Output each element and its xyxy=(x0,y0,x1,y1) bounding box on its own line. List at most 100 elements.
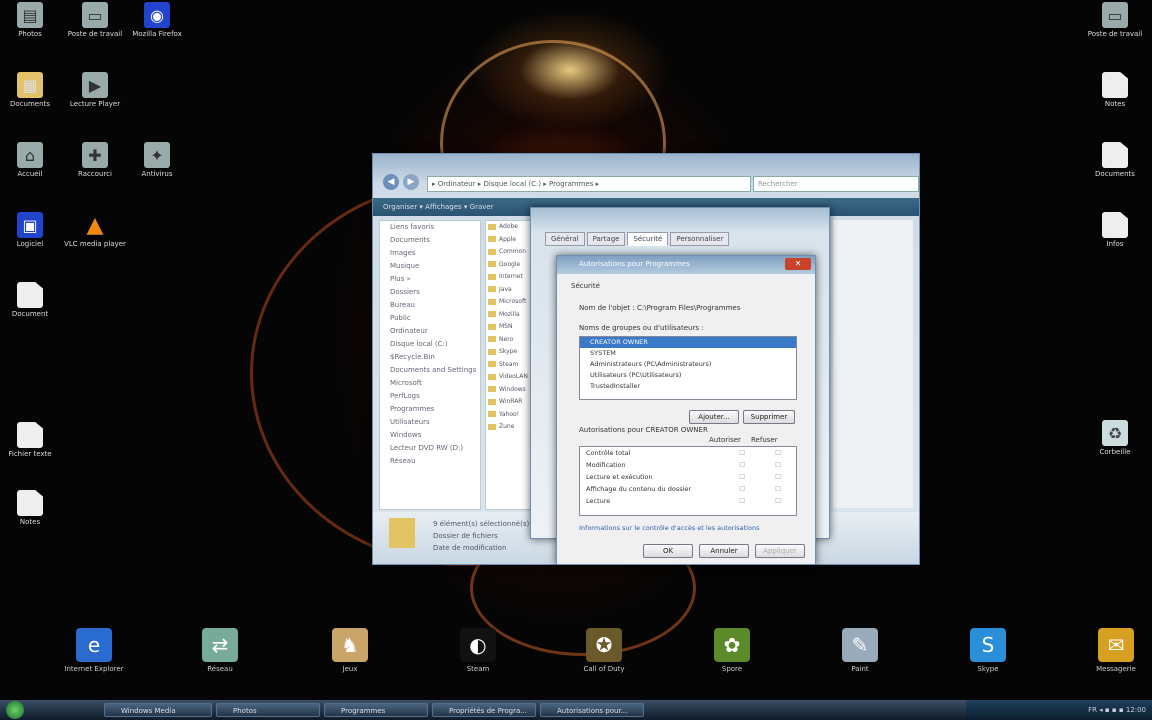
taskbar-button[interactable]: Photos xyxy=(216,703,320,717)
security-tab[interactable]: Sécurité xyxy=(571,282,600,290)
desktop-icon[interactable]: ◉ Mozilla Firefox xyxy=(122,2,192,39)
desktop-icon[interactable]: Document xyxy=(0,282,65,319)
search-input[interactable]: Rechercher xyxy=(753,176,919,192)
permission-row: Modification ☐ ☐ xyxy=(580,459,796,471)
nav-item[interactable]: Plus » xyxy=(380,273,480,286)
nav-item[interactable]: Lecteur DVD RW (D:) xyxy=(380,442,480,455)
dock-item[interactable]: ⇄ Réseau xyxy=(180,628,260,673)
dock-item[interactable]: ✉ Messagerie xyxy=(1076,628,1152,673)
nav-item[interactable]: Windows xyxy=(380,429,480,442)
nav-item[interactable]: Bureau xyxy=(380,299,480,312)
steam-icon: ◐ xyxy=(460,628,496,662)
cancel-button[interactable]: Annuler xyxy=(699,544,749,558)
desktop-icon[interactable]: ▭ Poste de travail xyxy=(60,2,130,39)
taskbar: Windows Media Photos Programmes Propriétés … xyxy=(0,700,1152,720)
permissions-table[interactable]: Contrôle total ☐ ☐ Modification ☐ ☐ Lecture et… xyxy=(579,446,797,516)
apply-button[interactable]: Appliquer xyxy=(755,544,805,558)
nav-item[interactable]: Images xyxy=(380,247,480,260)
desktop-icon[interactable]: ▲ VLC media player xyxy=(60,212,130,249)
desktop-icon-label: Infos xyxy=(1106,240,1124,248)
dock-item[interactable]: ◐ Steam xyxy=(438,628,518,673)
allow-checkbox[interactable]: ☐ xyxy=(724,483,760,495)
dock-item[interactable]: e Internet Explorer xyxy=(54,628,134,673)
dock-item[interactable]: ✿ Spore xyxy=(692,628,772,673)
folder-icon xyxy=(488,223,496,230)
dock-item[interactable]: ✎ Paint xyxy=(820,628,900,673)
nav-item[interactable]: PerfLogs xyxy=(380,390,480,403)
desktop-icon-label: Document xyxy=(11,310,49,318)
desktop-icon[interactable]: Notes xyxy=(1080,72,1150,109)
group-item[interactable]: SYSTEM xyxy=(580,348,796,359)
nav-item[interactable]: Documents xyxy=(380,234,480,247)
desktop-icon[interactable]: ⌂ Accueil xyxy=(0,142,65,179)
allow-checkbox[interactable]: ☐ xyxy=(724,459,760,471)
deny-checkbox[interactable]: ☐ xyxy=(760,471,796,483)
desktop-icon[interactable]: Documents xyxy=(1080,142,1150,179)
forward-button[interactable]: ▶ xyxy=(403,174,419,190)
dock-label: Jeux xyxy=(342,665,358,673)
dock-item[interactable]: ♞ Jeux xyxy=(310,628,390,673)
tab-personnaliser[interactable]: Personnaliser xyxy=(670,232,730,246)
deny-checkbox[interactable]: ☐ xyxy=(760,495,796,507)
remove-button[interactable]: Supprimer xyxy=(743,410,795,424)
desktop-icon[interactable]: ✦ Antivirus xyxy=(122,142,192,179)
nav-item[interactable]: Disque local (C:) xyxy=(380,338,480,351)
object-name-label: Nom de l'objet : xyxy=(579,304,635,312)
deny-checkbox[interactable]: ☐ xyxy=(760,459,796,471)
group-item[interactable]: Utilisateurs (PC\Utilisateurs) xyxy=(580,370,796,381)
desktop-icon[interactable]: Fichier texte xyxy=(0,422,65,459)
nav-item[interactable]: Programmes xyxy=(380,403,480,416)
nav-item[interactable]: Public xyxy=(380,312,480,325)
folder-icon xyxy=(488,236,496,242)
taskbar-button[interactable]: Propriétés de Progra... xyxy=(432,703,536,717)
nav-item[interactable]: Dossiers xyxy=(380,286,480,299)
access-control-help-link[interactable]: Informations sur le contrôle d'accès et … xyxy=(579,524,759,532)
desktop-icon[interactable]: ♻ Corbeille xyxy=(1080,420,1150,457)
taskbar-button[interactable]: Programmes xyxy=(324,703,428,717)
add-button[interactable]: Ajouter... xyxy=(689,410,739,424)
start-orb-icon[interactable] xyxy=(6,701,24,719)
back-button[interactable]: ◀ xyxy=(383,174,399,190)
dock-item[interactable]: ✪ Call of Duty xyxy=(564,628,644,673)
desktop-icon[interactable]: ▦ Documents xyxy=(0,72,65,109)
deny-checkbox[interactable]: ☐ xyxy=(760,447,796,459)
desktop-icon[interactable]: ✚ Raccourci xyxy=(60,142,130,179)
desktop-icon[interactable]: Notes xyxy=(0,490,65,527)
desktop-icon[interactable]: ▭ Poste de travail xyxy=(1080,2,1150,39)
allow-checkbox[interactable]: ☐ xyxy=(724,471,760,483)
system-tray[interactable]: FR ◂ ▪ ▪ ▪ 12:00 xyxy=(966,700,1152,720)
permissions-dialog[interactable]: Autorisations pour Programmes ✕ Sécurité… xyxy=(556,255,816,565)
skype-icon: S xyxy=(970,628,1006,662)
file-name: WinRAR xyxy=(499,398,523,405)
nav-item[interactable]: Liens favoris xyxy=(380,221,480,234)
group-item[interactable]: Administrateurs (PC\Administrateurs) xyxy=(580,359,796,370)
dock-item[interactable]: S Skype xyxy=(948,628,1028,673)
allow-checkbox[interactable]: ☐ xyxy=(724,495,760,507)
navigation-pane[interactable]: Liens favoris Documents Images Musique Plus … xyxy=(379,220,481,510)
taskbar-button[interactable]: Windows Media xyxy=(104,703,212,717)
desktop-icon[interactable]: Infos xyxy=(1080,212,1150,249)
desktop-icon[interactable]: ▤ Photos xyxy=(0,2,65,39)
nav-item[interactable]: Réseau xyxy=(380,455,480,468)
desktop-icon[interactable]: ▣ Logiciel xyxy=(0,212,65,249)
nav-item[interactable]: Ordinateur xyxy=(380,325,480,338)
tab-partage[interactable]: Partage xyxy=(586,232,626,246)
nav-item[interactable]: Utilisateurs xyxy=(380,416,480,429)
group-item[interactable]: TrustedInstaller xyxy=(580,381,796,392)
group-item[interactable]: CREATOR OWNER xyxy=(580,337,796,348)
allow-checkbox[interactable]: ☐ xyxy=(724,447,760,459)
nav-item[interactable]: Microsoft xyxy=(380,377,480,390)
tab-général[interactable]: Général xyxy=(545,232,585,246)
messenger-icon: ✉ xyxy=(1098,628,1134,662)
nav-item[interactable]: Musique xyxy=(380,260,480,273)
groups-list[interactable]: CREATOR OWNER SYSTEM Administrateurs (PC\A… xyxy=(579,336,797,400)
tab-sécurité[interactable]: Sécurité xyxy=(627,232,669,246)
desktop-icon[interactable]: ▶ Lecture Player xyxy=(60,72,130,109)
close-icon[interactable]: ✕ xyxy=(785,258,811,270)
deny-checkbox[interactable]: ☐ xyxy=(760,483,796,495)
ok-button[interactable]: OK xyxy=(643,544,693,558)
taskbar-button[interactable]: Autorisations pour... xyxy=(540,703,644,717)
nav-item[interactable]: Documents and Settings xyxy=(380,364,480,377)
address-bar[interactable]: ▸ Ordinateur ▸ Disque local (C:) ▸ Progr… xyxy=(427,176,751,192)
nav-item[interactable]: $Recycle.Bin xyxy=(380,351,480,364)
